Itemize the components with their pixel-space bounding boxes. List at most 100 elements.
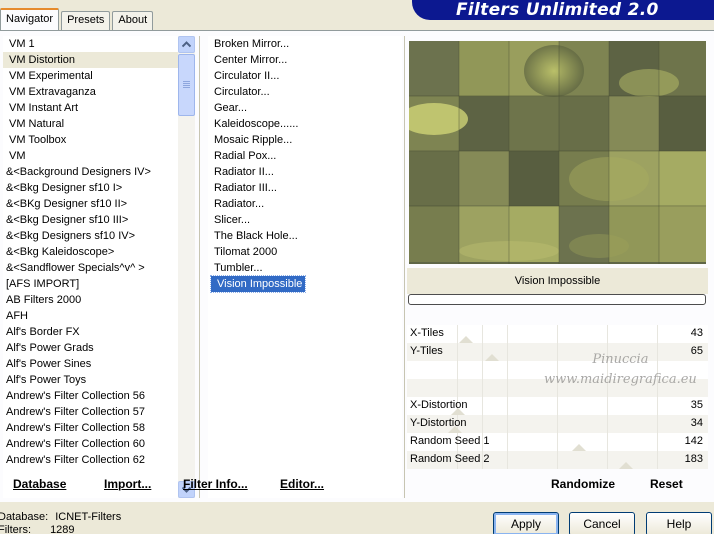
preview-tile xyxy=(409,41,459,97)
title-banner: Filters Unlimited 2.0 xyxy=(412,0,714,20)
preview-image[interactable] xyxy=(409,41,706,264)
slider-thumb[interactable] xyxy=(485,354,500,361)
category-item[interactable]: Alf's Power Toys xyxy=(3,372,178,388)
filter-item[interactable]: Mosaic Ripple... xyxy=(208,132,402,148)
filter-item[interactable]: The Black Hole... xyxy=(208,228,402,244)
category-item[interactable]: VM Natural xyxy=(3,116,178,132)
param-row[interactable]: Random Seed 1 142 xyxy=(407,433,708,451)
param-row[interactable]: Random Seed 2 183 xyxy=(407,451,708,469)
help-button[interactable]: Help xyxy=(646,512,712,534)
divider xyxy=(404,36,405,498)
param-value: 35 xyxy=(690,399,703,411)
category-item[interactable]: &<BKg Designer sf10 II> xyxy=(3,196,178,212)
scroll-thumb[interactable] xyxy=(178,54,195,116)
category-item[interactable]: &<Bkg Designer sf10 III> xyxy=(3,212,178,228)
filter-item[interactable]: Tumbler... xyxy=(208,260,402,276)
category-item[interactable]: VM 1 xyxy=(3,36,178,52)
filter-item[interactable]: Vision Impossible xyxy=(208,275,402,293)
category-item[interactable]: VM Distortion xyxy=(3,52,178,68)
tab-presets[interactable]: Presets xyxy=(61,11,111,30)
database-value: ICNET-Filters xyxy=(55,511,122,523)
category-item[interactable]: Andrew's Filter Collection 58 xyxy=(3,420,178,436)
param-label: Random Seed 1 xyxy=(410,435,490,447)
category-item[interactable]: AB Filters 2000 xyxy=(3,292,178,308)
slider-thumb[interactable] xyxy=(618,462,633,469)
slider-thumb[interactable] xyxy=(459,336,474,343)
preview-tile xyxy=(509,96,559,152)
filter-item[interactable]: Center Mirror... xyxy=(208,52,402,68)
filter-item-label: Vision Impossible xyxy=(209,275,307,293)
category-scrollbar[interactable] xyxy=(178,36,195,498)
param-value: 183 xyxy=(684,453,703,465)
param-row[interactable]: X-Tiles 43 xyxy=(407,325,708,343)
category-list[interactable]: VM 1 VM Distortion VM Experimental VM Extra… xyxy=(3,36,178,498)
scroll-up-button[interactable] xyxy=(178,36,195,53)
divider xyxy=(199,36,200,498)
category-item[interactable]: VM Toolbox xyxy=(3,132,178,148)
category-item[interactable]: Alf's Power Grads xyxy=(3,340,178,356)
filter-item[interactable]: Kaleidoscope...... xyxy=(208,116,402,132)
param-row[interactable]: Y-Distortion 34 xyxy=(407,415,708,433)
database-button[interactable]: Database xyxy=(13,477,66,491)
tab-navigator[interactable]: Navigator xyxy=(0,8,60,30)
param-label: Y-Tiles xyxy=(410,345,443,357)
category-item[interactable]: VM Instant Art xyxy=(3,100,178,116)
category-item[interactable]: VM Extravaganza xyxy=(3,84,178,100)
filter-item[interactable]: Broken Mirror... xyxy=(208,36,402,52)
preview-tile xyxy=(409,151,459,207)
preview-tile xyxy=(509,151,559,207)
category-item[interactable]: VM Experimental xyxy=(3,68,178,84)
preview-tile xyxy=(609,96,659,152)
database-info: Database: ICNET-Filters xyxy=(0,511,121,523)
editor-button[interactable]: Editor... xyxy=(280,477,324,491)
filter-list[interactable]: Broken Mirror... Center Mirror... Circulat… xyxy=(208,36,402,498)
category-item[interactable]: &<Bkg Designer sf10 I> xyxy=(3,180,178,196)
category-item[interactable]: VM xyxy=(3,148,178,164)
preview-tile xyxy=(409,206,459,262)
category-item[interactable]: [AFS IMPORT] xyxy=(3,276,178,292)
database-label: Database: xyxy=(0,511,49,523)
randomize-button[interactable]: Randomize xyxy=(551,477,615,491)
cancel-button[interactable]: Cancel xyxy=(569,512,635,534)
watermark-line-2: www.maidiregrafica.eu xyxy=(544,372,697,387)
category-item[interactable]: Andrew's Filter Collection 62 xyxy=(3,452,178,468)
import-button[interactable]: Import... xyxy=(104,477,151,491)
filter-item[interactable]: Radiator III... xyxy=(208,180,402,196)
filter-item[interactable]: Radiator II... xyxy=(208,164,402,180)
param-label: X-Distortion xyxy=(410,399,468,411)
category-item[interactable]: &<Bkg Kaleidoscope> xyxy=(3,244,178,260)
param-row[interactable]: X-Distortion 35 xyxy=(407,397,708,415)
filter-info-button[interactable]: Filter Info... xyxy=(183,477,248,491)
category-item[interactable]: Andrew's Filter Collection 60 xyxy=(3,436,178,452)
category-item[interactable]: Alf's Power Sines xyxy=(3,356,178,372)
reset-button[interactable]: Reset xyxy=(650,477,683,491)
filters-info: Filters: 1289 xyxy=(0,524,75,534)
category-item[interactable]: Andrew's Filter Collection 56 xyxy=(3,388,178,404)
param-value: 34 xyxy=(690,417,703,429)
filter-item[interactable]: Circulator II... xyxy=(208,68,402,84)
filters-value: 1289 xyxy=(50,524,75,534)
watermark-line-1: Pinuccia xyxy=(592,352,649,367)
apply-button[interactable]: Apply xyxy=(493,512,559,534)
filter-item[interactable]: Circulator... xyxy=(208,84,402,100)
filter-item[interactable]: Radiator... xyxy=(208,196,402,212)
filter-item[interactable]: Slicer... xyxy=(208,212,402,228)
slider-thumb[interactable] xyxy=(572,444,587,451)
category-item[interactable]: Andrew's Filter Collection 57 xyxy=(3,404,178,420)
param-label: Y-Distortion xyxy=(410,417,467,429)
filter-item[interactable]: Radial Pox... xyxy=(208,148,402,164)
category-item[interactable]: Alf's Border FX xyxy=(3,324,178,340)
preview-tile xyxy=(659,96,706,152)
category-item[interactable]: AFH xyxy=(3,308,178,324)
param-label: Random Seed 2 xyxy=(410,453,490,465)
category-item[interactable]: &<Sandflower Specials^v^ > xyxy=(3,260,178,276)
app-title: Filters Unlimited 2.0 xyxy=(456,0,659,20)
tab-about[interactable]: About xyxy=(112,11,154,30)
category-item[interactable]: &<Background Designers IV> xyxy=(3,164,178,180)
category-item[interactable]: &<Bkg Designers sf10 IV> xyxy=(3,228,178,244)
filter-item[interactable]: Tilomat 2000 xyxy=(208,244,402,260)
progress-bar xyxy=(408,294,706,305)
preview-tile xyxy=(559,96,609,152)
filter-item[interactable]: Gear... xyxy=(208,100,402,116)
navigator-panel: VM 1 VM Distortion VM Experimental VM Extra… xyxy=(0,30,714,502)
